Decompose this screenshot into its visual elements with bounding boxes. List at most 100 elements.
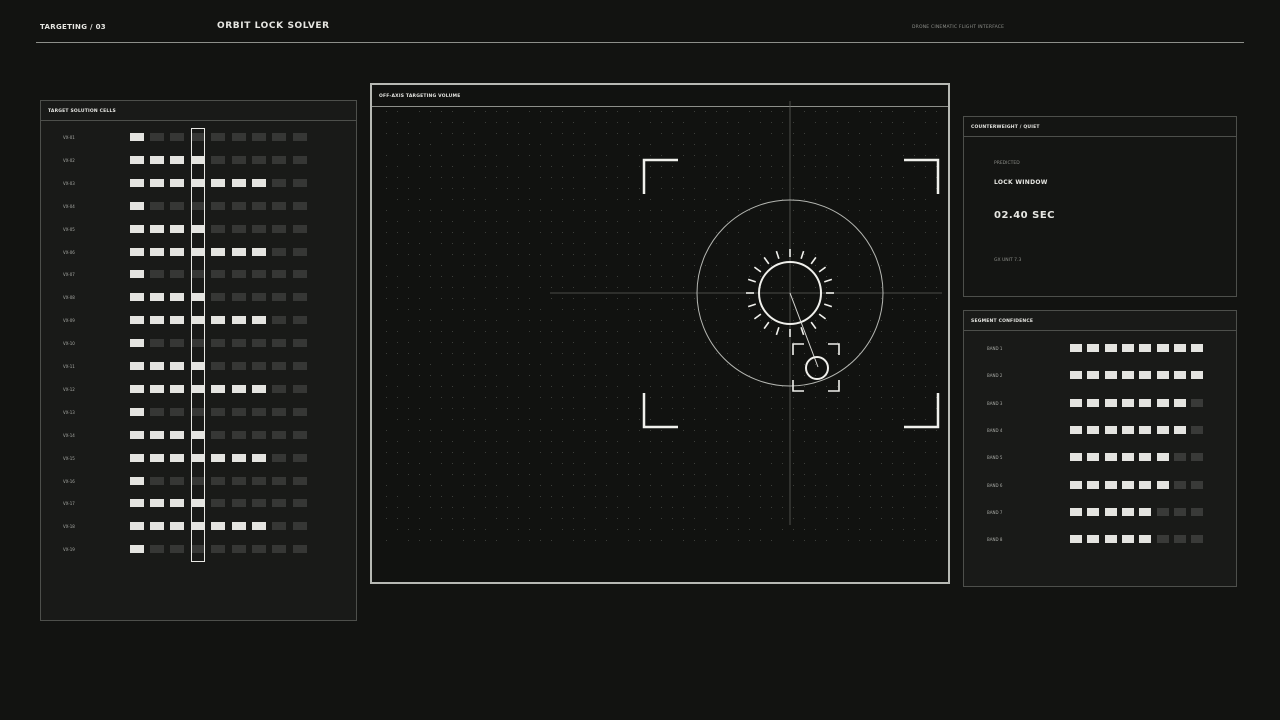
solution-cell[interactable] <box>232 316 246 325</box>
solution-cell[interactable] <box>130 545 144 554</box>
solution-cell[interactable] <box>211 224 225 233</box>
solution-cell[interactable] <box>170 133 184 141</box>
solution-cell[interactable] <box>170 155 184 164</box>
solution-cell[interactable] <box>252 476 266 485</box>
solution-cell[interactable] <box>252 545 266 554</box>
solution-cell[interactable] <box>130 270 144 279</box>
solution-cell[interactable] <box>150 339 164 348</box>
solution-cell[interactable] <box>130 316 144 325</box>
solution-cell[interactable] <box>150 247 164 256</box>
solution-cell[interactable] <box>272 545 286 554</box>
solution-cell[interactable] <box>293 339 307 348</box>
solution-cell[interactable] <box>150 316 164 325</box>
solution-cell[interactable] <box>232 384 246 393</box>
solution-cell[interactable] <box>170 339 184 348</box>
solution-cell[interactable] <box>272 339 286 348</box>
solution-cell[interactable] <box>272 430 286 439</box>
solution-cell[interactable] <box>252 362 266 370</box>
solution-cell[interactable] <box>232 407 246 416</box>
solution-cell[interactable] <box>252 270 266 279</box>
solution-cell[interactable] <box>150 178 164 187</box>
solution-cell[interactable] <box>293 499 307 508</box>
solution-cell[interactable] <box>170 316 184 325</box>
solution-cell[interactable] <box>272 522 286 531</box>
solution-cell[interactable] <box>170 476 184 485</box>
solution-cell[interactable] <box>130 476 144 485</box>
solution-cell[interactable] <box>150 201 164 210</box>
solution-cell[interactable] <box>272 362 286 370</box>
solution-cell[interactable] <box>232 247 246 256</box>
solution-cell[interactable] <box>252 339 266 348</box>
solution-cell[interactable] <box>252 224 266 233</box>
solution-cell[interactable] <box>211 155 225 164</box>
solution-cell[interactable] <box>272 407 286 416</box>
solution-cell[interactable] <box>232 522 246 531</box>
solution-cell[interactable] <box>293 224 307 233</box>
solution-cell[interactable] <box>272 201 286 210</box>
solution-cell[interactable] <box>211 293 225 302</box>
solution-cell[interactable] <box>232 293 246 302</box>
solution-cell[interactable] <box>211 316 225 325</box>
solution-cell[interactable] <box>130 499 144 508</box>
solution-cell[interactable] <box>293 201 307 210</box>
solution-cell[interactable] <box>252 430 266 439</box>
solution-cell[interactable] <box>232 545 246 554</box>
solution-cell[interactable] <box>211 178 225 187</box>
solution-cell[interactable] <box>293 384 307 393</box>
solution-cell[interactable] <box>293 316 307 325</box>
solution-cell[interactable] <box>211 201 225 210</box>
solution-cell[interactable] <box>272 499 286 508</box>
solution-cell[interactable] <box>252 384 266 393</box>
solution-cell[interactable] <box>170 407 184 416</box>
solution-cell[interactable] <box>150 224 164 233</box>
solution-cell[interactable] <box>130 522 144 531</box>
solution-cell[interactable] <box>211 362 225 370</box>
solution-cell[interactable] <box>211 339 225 348</box>
solution-cell[interactable] <box>130 247 144 256</box>
solution-cell[interactable] <box>130 407 144 416</box>
solution-cell[interactable] <box>293 522 307 531</box>
solution-cell[interactable] <box>272 224 286 233</box>
solution-cell[interactable] <box>150 522 164 531</box>
solution-cell[interactable] <box>170 453 184 462</box>
solution-cell[interactable] <box>170 247 184 256</box>
solution-cell[interactable] <box>150 133 164 141</box>
solution-cell[interactable] <box>272 476 286 485</box>
solution-cell[interactable] <box>170 293 184 302</box>
solution-cell[interactable] <box>293 430 307 439</box>
solution-cell[interactable] <box>293 362 307 370</box>
solution-cell[interactable] <box>130 224 144 233</box>
solution-cell[interactable] <box>170 201 184 210</box>
solution-cell[interactable] <box>211 247 225 256</box>
solution-cell[interactable] <box>170 430 184 439</box>
solution-cell[interactable] <box>170 499 184 508</box>
solution-cell[interactable] <box>272 178 286 187</box>
solution-cell[interactable] <box>130 362 144 370</box>
solution-cell[interactable] <box>150 155 164 164</box>
solution-cell[interactable] <box>170 522 184 531</box>
solution-cell[interactable] <box>252 178 266 187</box>
solution-cell[interactable] <box>252 133 266 141</box>
column-highlight[interactable] <box>191 128 205 562</box>
solution-cell[interactable] <box>130 155 144 164</box>
solution-cell[interactable] <box>130 430 144 439</box>
targeting-volume-panel[interactable]: OFF-AXIS TARGETING VOLUME <box>370 83 950 584</box>
solution-cell[interactable] <box>232 133 246 141</box>
solution-cell[interactable] <box>150 384 164 393</box>
solution-cell[interactable] <box>272 247 286 256</box>
solution-cell[interactable] <box>130 133 144 141</box>
solution-cell[interactable] <box>293 476 307 485</box>
solution-cell[interactable] <box>293 178 307 187</box>
solution-cell[interactable] <box>211 476 225 485</box>
solution-cell[interactable] <box>211 270 225 279</box>
solution-cell[interactable] <box>211 499 225 508</box>
solution-cell[interactable] <box>130 201 144 210</box>
solution-cell[interactable] <box>130 178 144 187</box>
solution-cell[interactable] <box>252 407 266 416</box>
solution-cell[interactable] <box>252 247 266 256</box>
solution-cell[interactable] <box>150 362 164 370</box>
solution-cell[interactable] <box>211 453 225 462</box>
solution-cell[interactable] <box>211 545 225 554</box>
solution-cell[interactable] <box>211 430 225 439</box>
solution-cell[interactable] <box>211 407 225 416</box>
